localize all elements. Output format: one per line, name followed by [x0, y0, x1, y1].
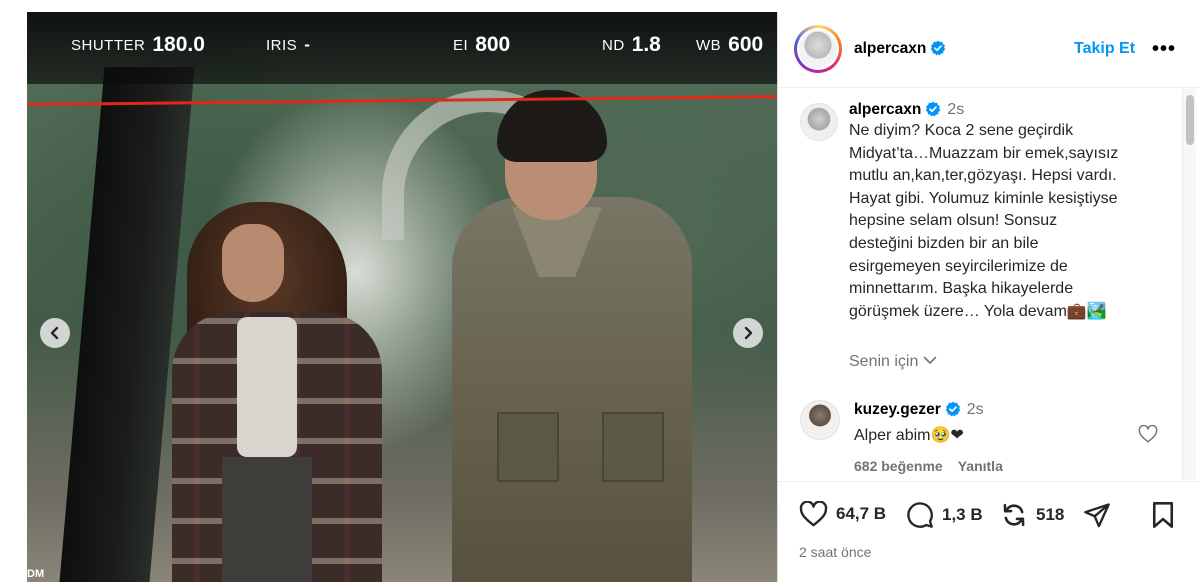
post-dialog: SHUTTER 180.0 IRIS - EI 800 ND 1.8 WB 60… [0, 0, 1200, 582]
verified-badge-icon [945, 401, 960, 417]
avatar [799, 30, 837, 68]
hud-nd-value: 1.8 [631, 33, 661, 56]
comment-time[interactable]: 2s [967, 401, 984, 418]
comment-like-button[interactable] [1138, 424, 1158, 448]
comment-likes[interactable]: 682 beğenme [854, 458, 943, 474]
hud-shutter-value: 180.0 [152, 33, 205, 56]
post-header: alpercaxn Takip Et ••• [778, 12, 1200, 88]
comment-bubble-icon [907, 502, 933, 528]
next-slide-button[interactable] [733, 318, 763, 348]
comment-reply-button[interactable]: Yanıtla [958, 458, 1003, 474]
caption: alpercaxn 2s Ne diyim? Koca 2 sene geçird… [849, 101, 1169, 323]
caption-avatar[interactable] [800, 103, 838, 141]
caption-header: alpercaxn 2s [849, 101, 1169, 119]
comment-meta: 682 beğenme Yanıtla [854, 458, 1154, 474]
repost-button[interactable]: 518 [1000, 501, 1064, 529]
hud-iris-value: - [304, 35, 310, 54]
photo-man-pocket [602, 412, 664, 482]
paper-plane-icon [1084, 503, 1110, 528]
photo-woman-face [222, 224, 284, 302]
comment-username[interactable]: kuzey.gezer [854, 401, 941, 418]
repost-icon [1003, 503, 1025, 527]
follow-button[interactable]: Takip Et [1074, 40, 1135, 58]
translation-label: Senin için [849, 353, 919, 370]
post-actions: 64,7 B 1,3 B 518 2 saat önce [778, 481, 1200, 582]
hud-ei: EI 800 [453, 12, 510, 78]
save-button[interactable] [1150, 501, 1184, 529]
header-username-wrap: alpercaxn [854, 40, 946, 58]
hud-wb-value: 600 [728, 33, 764, 56]
hud-wb: WB 600 [696, 12, 763, 78]
bookmark-icon [1152, 502, 1174, 528]
hud-wb-label: WB [696, 36, 722, 54]
chevron-right-icon [744, 326, 753, 340]
photo-man-pocket [497, 412, 559, 482]
likes-count: 64,7 B [836, 504, 887, 523]
hud-corner-text: DM [27, 568, 45, 580]
hud-shutter: SHUTTER 180.0 [71, 12, 205, 78]
heart-icon [1138, 424, 1158, 443]
post-date[interactable]: 2 saat önce [799, 544, 871, 560]
photo-woman-shirt [237, 317, 297, 457]
hud-nd-label: ND [602, 36, 625, 54]
scrollbar-thumb[interactable] [1186, 95, 1194, 145]
chevron-down-icon [924, 356, 937, 365]
hud-ei-value: 800 [475, 33, 511, 56]
caption-text: Ne diyim? Koca 2 sene geçirdik Midyat’ta… [849, 122, 1119, 320]
comment-header: kuzey.gezer 2s [854, 401, 1154, 419]
like-button[interactable]: 64,7 B [799, 501, 886, 527]
hud-nd: ND 1.8 [602, 12, 661, 78]
header-username[interactable]: alpercaxn [854, 40, 926, 57]
caption-time[interactable]: 2s [947, 101, 964, 118]
comment-button[interactable]: 1,3 B [906, 501, 983, 529]
photo-woman-skirt [222, 457, 312, 582]
prev-slide-button[interactable] [40, 318, 70, 348]
comments-scrollbar[interactable] [1182, 89, 1196, 480]
post-side-panel: alpercaxn Takip Et ••• alpercaxn 2s Ne di… [777, 12, 1200, 582]
comments-scroll-area[interactable]: alpercaxn 2s Ne diyim? Koca 2 sene geçird… [778, 89, 1200, 480]
more-options-button[interactable]: ••• [1152, 38, 1176, 61]
hud-iris-label: IRIS [266, 36, 298, 54]
hud-ei-label: EI [453, 36, 469, 54]
caption-username[interactable]: alpercaxn [849, 101, 921, 118]
hud-iris: IRIS - [266, 12, 310, 78]
story-ring[interactable] [794, 25, 842, 73]
comments-count: 1,3 B [942, 505, 983, 524]
post-media[interactable]: SHUTTER 180.0 IRIS - EI 800 ND 1.8 WB 60… [27, 12, 777, 582]
comment-text: Alper abim🥹❤ [854, 427, 964, 444]
reposts-count: 518 [1036, 505, 1065, 524]
translation-toggle[interactable]: Senin için [849, 353, 937, 371]
chevron-left-icon [50, 326, 59, 340]
heart-icon [799, 501, 828, 527]
hud-shutter-label: SHUTTER [71, 36, 146, 54]
comment-avatar[interactable] [800, 400, 840, 440]
verified-badge-icon [931, 40, 946, 56]
comment: kuzey.gezer 2s Alper abim🥹❤ 682 beğenme Ya… [854, 401, 1154, 474]
share-button[interactable] [1083, 501, 1119, 529]
verified-badge-icon [926, 101, 941, 117]
